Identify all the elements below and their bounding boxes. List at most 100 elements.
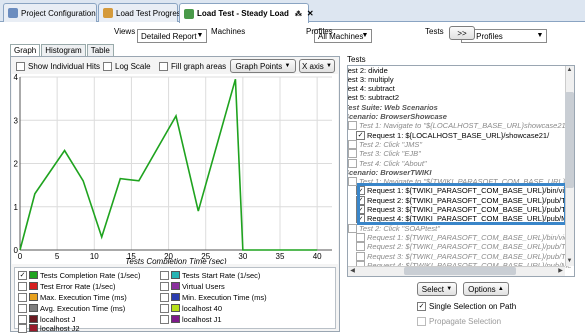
tree-item-label: Test 4: subtract [347, 84, 395, 94]
tab-load-test-progress[interactable]: Load Test Progress [98, 3, 185, 22]
tab-project-configuration[interactable]: Project Configuration [3, 3, 97, 22]
legend-swatch [29, 324, 38, 332]
chevron-up-icon: ▲ [497, 286, 504, 292]
legend-checkbox[interactable]: ✓ [18, 270, 27, 280]
tab-graph[interactable]: Graph [10, 44, 41, 56]
legend-checkbox[interactable] [18, 292, 27, 302]
legend-item[interactable]: Test Error Rate (1/sec) [18, 281, 115, 291]
load-test-icon [184, 8, 194, 19]
profiles-label: Profiles [306, 27, 333, 36]
legend-checkbox[interactable] [18, 281, 27, 291]
tree-item-checkbox[interactable] [348, 121, 357, 131]
legend-swatch [171, 315, 180, 323]
legend-item[interactable]: Max. Execution Time (ms) [18, 292, 127, 302]
show-individual-hits-label: Show Individual Hits [28, 61, 101, 71]
scroll-right-icon[interactable]: ▶ [556, 267, 565, 276]
legend-item[interactable]: Tests Start Rate (1/sec) [160, 270, 260, 280]
tab-histogram[interactable]: Histogram [41, 44, 86, 56]
legend-item[interactable]: Min. Execution Time (ms) [160, 292, 267, 302]
fill-graph-areas-checkbox[interactable] [159, 61, 168, 71]
view-subtabs: Graph Histogram Table [10, 44, 115, 56]
legend-label: Min. Execution Time (ms) [182, 292, 267, 302]
legend-swatch [29, 293, 38, 301]
chevron-down-icon: ▼ [536, 32, 544, 39]
fill-graph-areas-option[interactable]: Fill graph areas [159, 59, 226, 73]
legend-checkbox[interactable] [160, 292, 169, 302]
progress-icon [103, 8, 113, 18]
legend-item[interactable]: localhost 40 [160, 303, 222, 313]
tree-item-checkbox[interactable] [348, 139, 357, 149]
legend-item[interactable]: Avg. Execution Time (ms) [18, 303, 125, 313]
line-chart: 0 5 10 15 20 25 30 35 4001234Tests Completion Ti… [14, 73, 332, 266]
show-individual-hits-option[interactable]: Show Individual Hits [16, 59, 100, 73]
report-toolbar: Views Detailed Report ▼ Machines All Mach… [0, 23, 585, 43]
show-individual-hits-checkbox[interactable] [16, 61, 25, 71]
tree-item-label: Scenario: BrowserTWIKI [347, 167, 432, 177]
tree-vertical-scroll-thumb[interactable] [565, 92, 574, 188]
tree-horizontal-scroll-thumb[interactable] [404, 267, 516, 275]
legend-checkbox[interactable] [18, 323, 27, 333]
tab-label: Load Test Progress [116, 8, 185, 18]
legend-checkbox[interactable] [160, 270, 169, 280]
y-tick-label: 2 [14, 160, 19, 169]
log-scale-checkbox[interactable] [103, 61, 112, 71]
x-tick-label: 35 [276, 252, 285, 261]
legend-label: localhost J1 [182, 314, 222, 324]
chevron-down-icon: ▼ [446, 286, 453, 292]
tree-item-checkbox[interactable] [348, 158, 357, 168]
legend-item[interactable]: Virtual Users [160, 281, 225, 291]
x-tick-label: 0 [18, 252, 23, 261]
single-selection-checkbox[interactable]: ✓ [417, 301, 426, 311]
x-axis-button[interactable]: X axis ▼ [299, 59, 335, 73]
chevron-down-icon: ▼ [196, 32, 204, 39]
options-label: Options [468, 284, 496, 294]
legend-checkbox[interactable] [160, 314, 169, 324]
tree-item-label: Request 1: ${LOCALHOST_BASE_URL}/showcas… [367, 130, 550, 140]
tab-table[interactable]: Table [86, 44, 114, 56]
legend-label: Tests Completion Rate (1/sec) [40, 270, 141, 280]
chevron-down-icon: ▼ [361, 32, 369, 39]
tests-expand-button[interactable]: >> [449, 26, 475, 40]
tree-item-label: Request 1: ${TWIKI_PARASOFT_COM_BASE_URL… [367, 232, 569, 242]
legend-item[interactable]: localhost J2 [18, 323, 80, 333]
log-scale-option[interactable]: Log Scale [103, 59, 151, 73]
tree-item-checkbox[interactable] [356, 251, 365, 261]
tree-item-checkbox[interactable] [356, 242, 365, 252]
legend-checkbox[interactable] [18, 303, 27, 313]
tab-label: Load Test - Steady Load [197, 9, 289, 18]
graph-points-button[interactable]: Graph Points ▼ [230, 59, 296, 73]
select-button[interactable]: Select ▼ [417, 282, 457, 296]
legend-checkbox[interactable] [160, 281, 169, 291]
scroll-left-icon[interactable]: ◀ [348, 267, 357, 276]
tree-item-checkbox[interactable]: ✓ [356, 130, 365, 140]
select-label: Select [421, 284, 445, 294]
tree-item-label: Test 3: Click "EJB" [359, 149, 421, 159]
views-label: Views [114, 27, 136, 36]
scroll-up-icon[interactable]: ▲ [565, 66, 574, 75]
options-button[interactable]: Options ▲ [463, 282, 509, 296]
fill-graph-areas-label: Fill graph areas [171, 61, 227, 71]
close-tab-icon[interactable]: ✕ [307, 9, 314, 18]
tree-item-checkbox[interactable] [348, 177, 357, 187]
project-config-icon [8, 8, 18, 18]
propagate-selection-checkbox[interactable] [417, 316, 426, 326]
views-select[interactable]: Detailed Report ▼ [137, 29, 207, 43]
single-selection-option[interactable]: ✓ Single Selection on Path [417, 299, 516, 313]
tree-item-label: Test 2: divide [347, 65, 388, 75]
legend-item[interactable]: ✓ Tests Completion Rate (1/sec) [18, 270, 140, 280]
x-axis-label: X axis [302, 61, 324, 71]
tree-item-checkbox[interactable] [348, 223, 357, 233]
tree-item-label: Test 3: multiply [347, 74, 394, 84]
tree-item-label: Scenario: BrowserShowcase [347, 112, 447, 121]
machines-label: Machines [211, 27, 246, 36]
tree-item-checkbox[interactable] [348, 149, 357, 159]
propagate-selection-option[interactable]: Propagate Selection [417, 314, 501, 328]
legend-checkbox[interactable] [160, 303, 169, 313]
legend-swatch [29, 271, 38, 279]
legend-item[interactable]: localhost J1 [160, 314, 222, 324]
x-axis-title: Tests Completion Time (sec) [125, 257, 227, 264]
scroll-down-icon[interactable]: ▼ [565, 257, 574, 266]
pin-icon[interactable]: ⁂ [295, 10, 302, 18]
tab-load-test-steady-load[interactable]: Load Test - Steady Load ⁂ ✕ [179, 3, 314, 23]
tree-item-checkbox[interactable] [356, 232, 365, 242]
